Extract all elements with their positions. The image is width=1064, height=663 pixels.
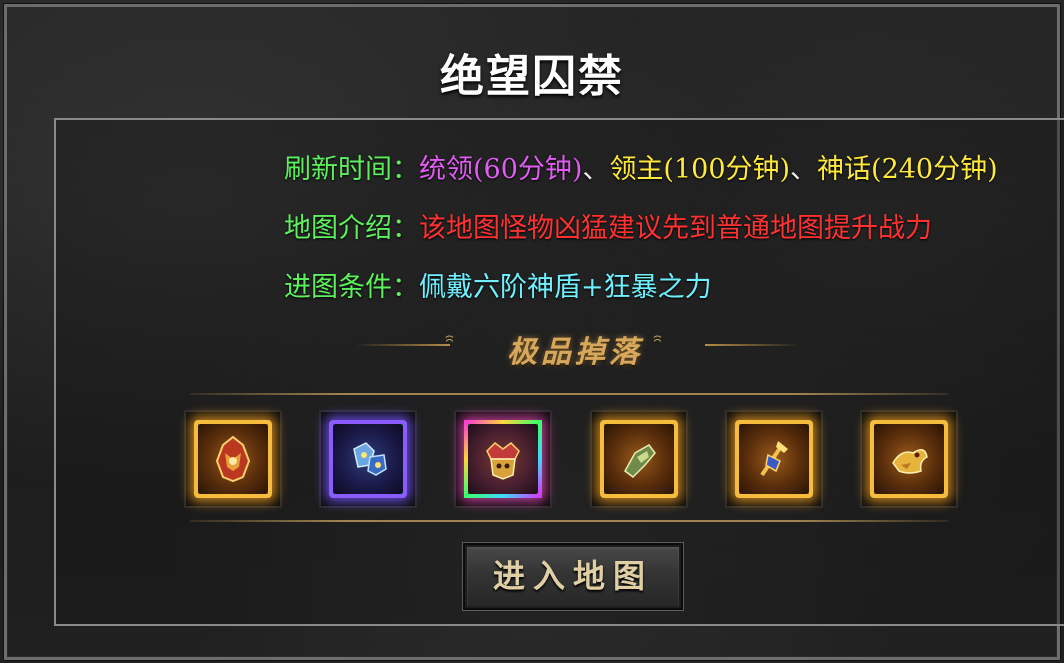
refresh-time-row: 刷新时间：统领(60分钟)、领主(100分钟)、神话(240分钟) [284,147,998,186]
drops-title: 极品掉落 [507,335,643,370]
drop-item-slot[interactable] [184,410,282,508]
entry-condition-text: 佩戴六阶神盾+狂暴之力 [419,272,712,303]
refresh-commander: 统领(60分钟) [419,154,583,185]
drop-item-slot[interactable] [319,410,417,508]
map-intro-label: 地图介绍： [284,213,419,244]
enter-map-button[interactable]: 进入地图 [462,542,684,611]
drop-item-slot[interactable] [725,410,823,508]
drop-item-slot[interactable] [454,410,552,508]
refresh-time-label: 刷新时间： [284,154,419,185]
jade-gauntlet-icon [624,444,656,478]
drop-item-slot[interactable] [590,410,688,508]
entry-condition-label: 进图条件： [284,272,419,303]
refresh-myth: 神话(240分钟) [817,154,998,185]
armor-set-icon [353,442,387,476]
drop-item-slot[interactable] [860,410,958,508]
refresh-separator-2: 、 [790,154,818,185]
drops-ornament-line-right [705,344,800,346]
golden-trident-icon [760,441,788,477]
drops-divider-top [190,393,948,395]
dragon-helmet-icon [215,435,251,483]
crowned-beast-icon [486,442,520,480]
golden-dragon-icon [892,449,928,474]
refresh-lord: 领主(100分钟) [609,154,791,185]
entry-condition-row: 进图条件：佩戴六阶神盾+狂暴之力 [284,265,712,304]
refresh-separator-1: 、 [582,154,610,185]
map-intro-row: 地图介绍：该地图怪物凶猛建议先到普通地图提升战力 [284,206,932,245]
drops-ornament-line-left [355,344,450,346]
map-intro-text: 该地图怪物凶猛建议先到普通地图提升战力 [419,213,932,244]
drops-header: ꩰ 极品掉落 ꩰ [0,325,1064,370]
drops-divider-bottom [190,520,948,522]
map-title: 绝望囚禁 [440,51,624,102]
